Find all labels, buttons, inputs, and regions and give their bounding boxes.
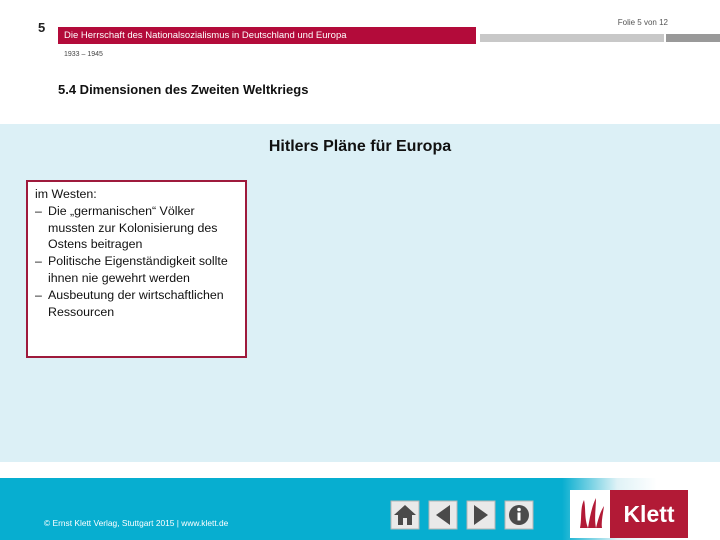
west-info-box: im Westen: Die „germanischen“ Völker mus… [26, 180, 247, 358]
list-item: Politische Eigenständigkeit sollte ihnen… [35, 253, 239, 287]
section-title: 5.4 Dimensionen des Zweiten Weltkriegs [58, 82, 309, 97]
klett-logo-text: Klett [610, 490, 688, 538]
arrow-right-icon [466, 500, 496, 530]
list-item: Ausbeutung der wirtschaftlichen Ressourc… [35, 287, 239, 321]
title-bar-divider-dark [666, 34, 720, 42]
home-button[interactable] [390, 500, 420, 530]
west-list: Die „germanischen“ Völker mussten zur Ko… [35, 203, 239, 321]
main-heading: Hitlers Pläne für Europa [268, 138, 452, 155]
slide-counter: Folie 5 von 12 [617, 18, 668, 27]
box-title: im Westen: [35, 187, 97, 201]
chapter-title: Die Herrschaft des Nationalsozialismus i… [64, 30, 347, 41]
copyright-text: © Ernst Klett Verlag, Stuttgart 2015 | w… [44, 518, 229, 528]
chapter-number: 5 [38, 20, 46, 35]
arrow-left-icon [428, 500, 458, 530]
chapter-title-bar: Die Herrschaft des Nationalsozialismus i… [58, 27, 476, 44]
next-button[interactable] [466, 500, 496, 530]
title-bar-divider [480, 34, 664, 42]
previous-button[interactable] [428, 500, 458, 530]
klett-logo: Klett [570, 490, 690, 538]
list-item: Die „germanischen“ Völker mussten zur Ko… [35, 203, 239, 253]
home-icon [390, 500, 420, 530]
chapter-years: 1933 – 1945 [64, 51, 103, 58]
info-button[interactable] [504, 500, 534, 530]
info-icon [504, 500, 534, 530]
klett-emblem-icon [570, 490, 610, 538]
